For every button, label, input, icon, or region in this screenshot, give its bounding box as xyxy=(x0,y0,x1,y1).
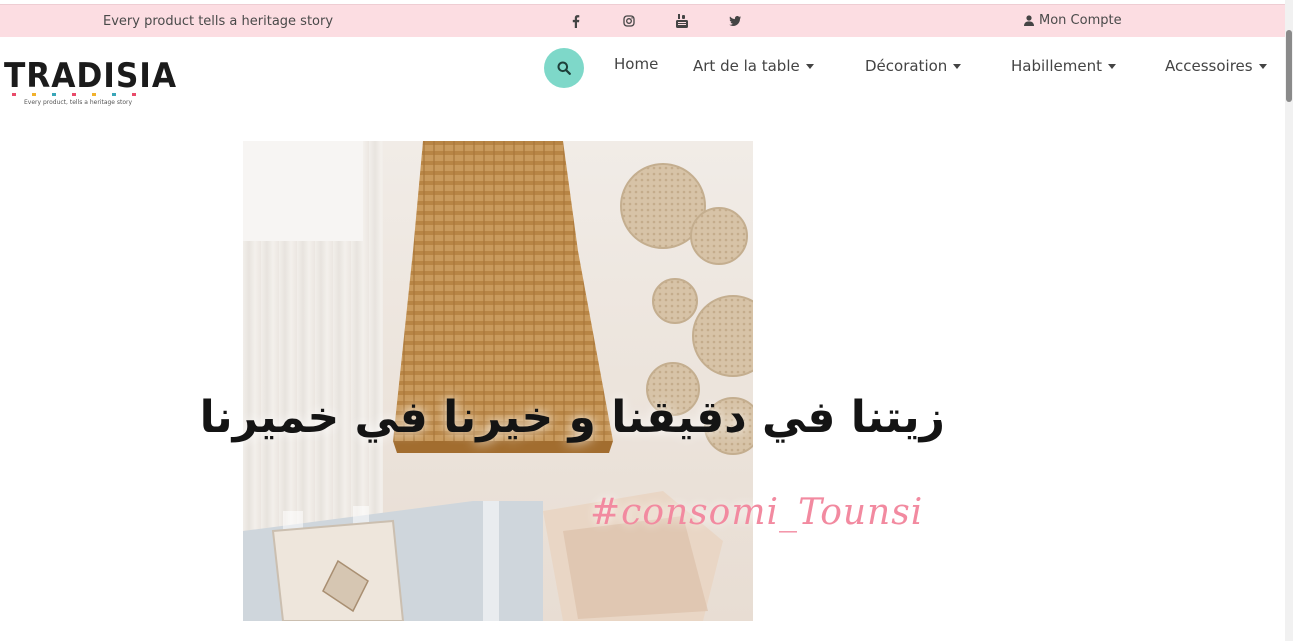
nav-decoration[interactable]: Décoration xyxy=(865,57,962,75)
search-icon xyxy=(557,61,571,75)
nav-home[interactable]: Home xyxy=(614,55,658,73)
nav-decoration-label: Décoration xyxy=(865,57,948,75)
nav-home-label: Home xyxy=(614,55,659,73)
nav-accessoires-label: Accessoires xyxy=(1165,57,1253,75)
hero-banner-image[interactable] xyxy=(243,141,753,621)
top-bar: Every product tells a heritage story Mon… xyxy=(0,4,1285,37)
scrollbar-thumb[interactable] xyxy=(1286,30,1292,102)
instagram-icon[interactable] xyxy=(602,11,655,31)
user-icon xyxy=(1024,15,1034,26)
my-account-link[interactable]: Mon Compte xyxy=(1024,13,1122,28)
site-header: TRADISIA Every product, tells a heritage… xyxy=(0,37,1285,127)
search-button[interactable] xyxy=(544,48,584,88)
facebook-icon[interactable] xyxy=(549,11,602,31)
youtube-icon[interactable] xyxy=(655,11,708,31)
logo-decoration xyxy=(12,93,136,96)
logo-slogan: Every product, tells a heritage story xyxy=(24,99,133,106)
caret-down-icon xyxy=(953,64,962,69)
tagline: Every product tells a heritage story xyxy=(103,14,334,29)
nav-art-de-la-table[interactable]: Art de la table xyxy=(693,57,814,75)
hero-arabic-slogan: زيتنا في دقيقنا و خيرنا في خميرنا xyxy=(199,392,945,443)
social-links xyxy=(549,11,761,31)
logo-wordmark: TRADISIA xyxy=(4,56,177,96)
my-account-label: Mon Compte xyxy=(1039,13,1122,28)
wicker-lamp-graphic xyxy=(243,141,753,621)
hero-hashtag: #consomi_Tounsi xyxy=(590,492,924,533)
caret-down-icon xyxy=(1107,64,1116,69)
nav-art-de-la-table-label: Art de la table xyxy=(693,57,800,75)
caret-down-icon xyxy=(805,64,814,69)
logo[interactable]: TRADISIA Every product, tells a heritage… xyxy=(4,56,177,113)
nav-habillement[interactable]: Habillement xyxy=(1011,57,1116,75)
caret-down-icon xyxy=(1258,64,1267,69)
twitter-icon[interactable] xyxy=(708,11,761,31)
nav-accessoires[interactable]: Accessoires xyxy=(1165,57,1267,75)
nav-habillement-label: Habillement xyxy=(1011,57,1102,75)
page-scrollbar[interactable] xyxy=(1285,0,1293,641)
